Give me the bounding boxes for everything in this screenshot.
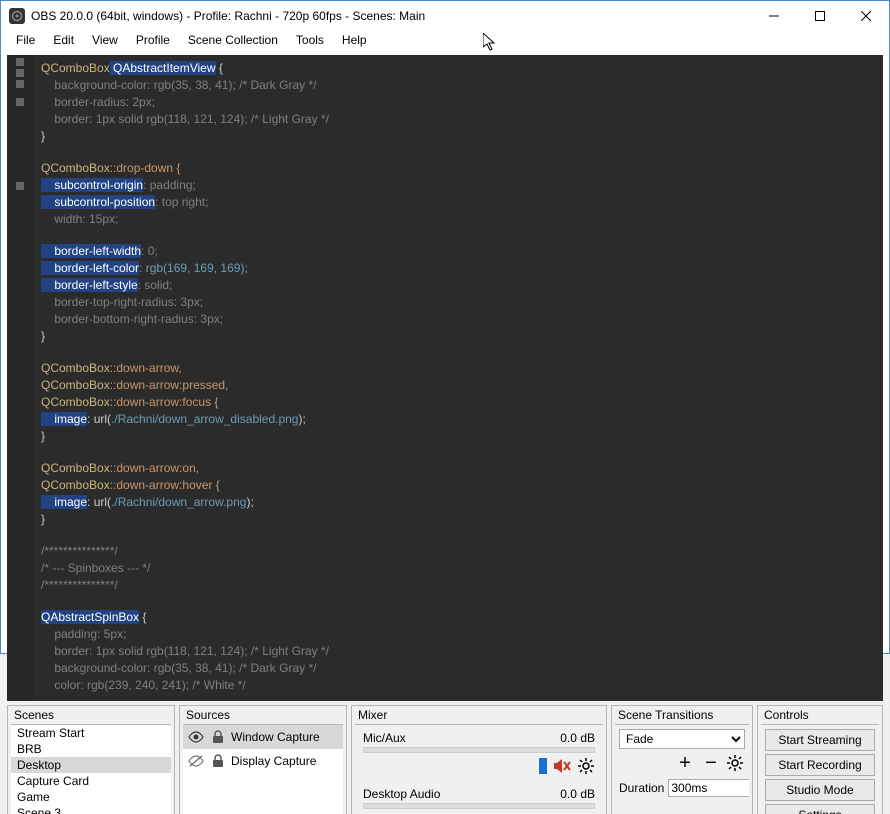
window-title: OBS 20.0.0 (64bit, windows) - Profile: R… [31,9,751,23]
close-button[interactable] [843,1,889,31]
settings-button[interactable]: Settings [765,804,875,814]
duration-spinbox[interactable]: ▲ ▼ [668,779,749,797]
scenes-title: Scenes [8,706,174,724]
scene-item[interactable]: Desktop [11,757,171,773]
mixer-channel-name: Desktop Audio [363,787,440,801]
preview-area[interactable]: QComboBox QAbstractItemView { background… [7,55,883,701]
maximize-button[interactable] [797,1,843,31]
transitions-title: Scene Transitions [612,706,752,724]
scene-item[interactable]: Capture Card [11,773,171,789]
scene-list[interactable]: Stream Start BRB Desktop Capture Card Ga… [11,725,171,814]
mixer-channel-level: 0.0 dB [560,731,595,745]
duration-input[interactable] [668,779,749,797]
duration-label: Duration [619,781,664,795]
menubar: File Edit View Profile Scene Collection … [1,31,889,49]
source-label: Display Capture [231,754,316,768]
transitions-panel: Scene Transitions Fade + − Duration ▲ [611,705,753,814]
source-item[interactable]: Window Capture [183,725,343,749]
source-item[interactable]: Display Capture [183,749,343,773]
volume-slider[interactable] [539,758,547,774]
sources-panel: Sources Window Capture Display Capture [179,705,347,814]
scene-item[interactable]: Stream Start [11,725,171,741]
mixer-settings-icon[interactable] [577,813,595,814]
scene-item[interactable]: Game [11,789,171,805]
lock-icon[interactable] [209,728,227,746]
scene-item[interactable]: Scene 3 [11,805,171,814]
scenes-panel: Scenes Stream Start BRB Desktop Capture … [7,705,175,814]
transition-properties-button[interactable] [725,753,745,773]
start-recording-button[interactable]: Start Recording [765,754,875,776]
remove-transition-button[interactable]: − [699,753,723,773]
start-streaming-button[interactable]: Start Streaming [765,729,875,751]
sources-title: Sources [180,706,346,724]
titlebar: OBS 20.0.0 (64bit, windows) - Profile: R… [1,1,889,31]
mixer-settings-icon[interactable] [577,757,595,775]
menu-tools[interactable]: Tools [287,31,333,49]
menu-edit[interactable]: Edit [44,31,83,49]
studio-mode-button[interactable]: Studio Mode [765,779,875,801]
menu-scene-collection[interactable]: Scene Collection [179,31,287,49]
transition-select[interactable]: Fade [619,729,745,749]
mute-icon[interactable] [553,757,571,775]
app-icon [9,8,25,24]
audio-meter [363,747,595,753]
menu-profile[interactable]: Profile [127,31,179,49]
minimize-button[interactable] [751,1,797,31]
controls-panel: Controls Start Streaming Start Recording… [757,705,883,814]
code-gutter [7,55,33,701]
lock-icon[interactable] [209,752,227,770]
speaker-icon[interactable] [553,813,571,814]
visibility-off-icon[interactable] [187,752,205,770]
mixer-channel-level: 0.0 dB [560,787,595,801]
mouse-cursor-icon [483,33,499,53]
mixer-channel: Desktop Audio 0.0 dB [363,787,595,814]
scene-item[interactable]: BRB [11,741,171,757]
menu-help[interactable]: Help [333,31,376,49]
mixer-title: Mixer [352,706,606,724]
mixer-channel-name: Mic/Aux [363,731,406,745]
source-list[interactable]: Window Capture Display Capture [183,725,343,773]
menu-file[interactable]: File [7,31,44,49]
audio-meter [363,803,595,809]
source-label: Window Capture [231,730,320,744]
controls-title: Controls [758,706,882,724]
menu-view[interactable]: View [83,31,127,49]
add-transition-button[interactable]: + [673,753,697,773]
code-editor: QComboBox QAbstractItemView { background… [33,55,883,701]
mixer-channel: Mic/Aux 0.0 dB [363,731,595,775]
visibility-icon[interactable] [187,728,205,746]
mixer-panel: Mixer Mic/Aux 0.0 dB Desk [351,705,607,814]
